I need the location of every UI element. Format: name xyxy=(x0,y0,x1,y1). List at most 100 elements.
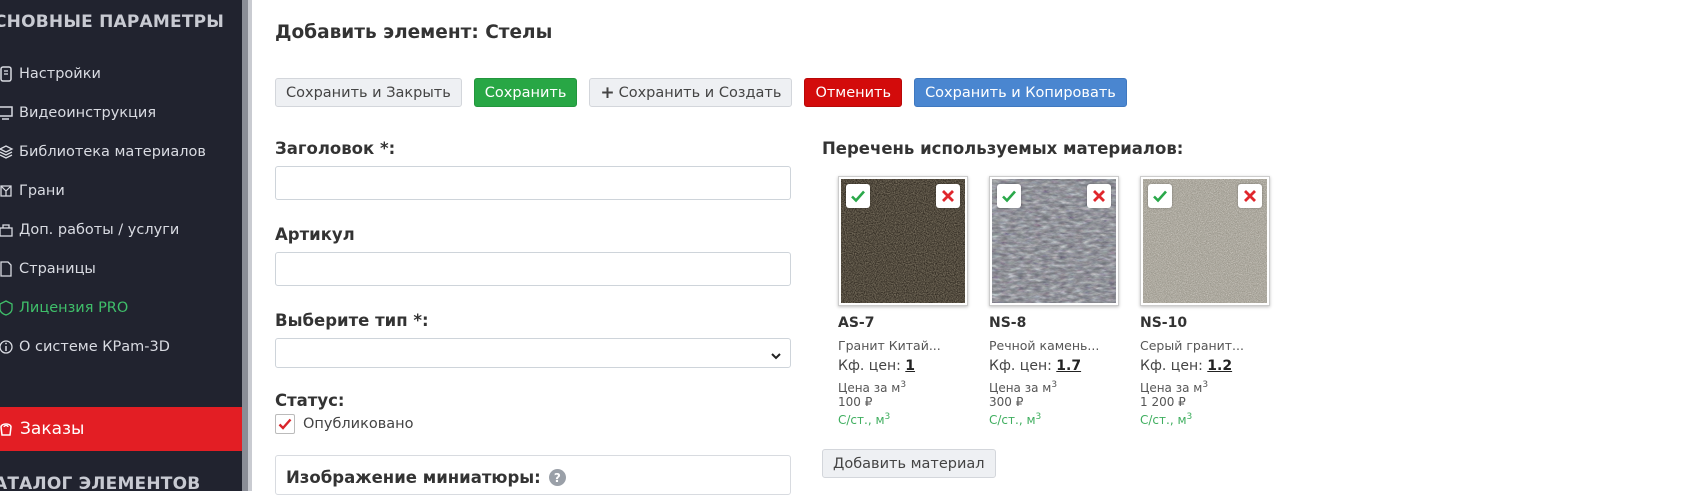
close-icon[interactable] xyxy=(1087,184,1111,208)
sidebar-item-label: Грани xyxy=(19,183,65,199)
material-name: Гранит Китай... xyxy=(838,338,941,353)
price-label: Цена за м3 xyxy=(1140,380,1209,395)
settings-icon xyxy=(0,66,16,82)
plus-icon: + xyxy=(600,82,615,103)
save-close-button[interactable]: Сохранить и Закрыть xyxy=(275,78,462,107)
thumbnail-label: Изображение миниатюры: xyxy=(286,468,541,487)
sidebar-item-license-pro[interactable]: Лицензия PRO xyxy=(0,293,242,323)
sidebar-item-label: Видеоинструкция xyxy=(19,105,157,121)
chevron-down-icon xyxy=(770,347,782,366)
thumbnail-panel-title: Изображение миниатюры: ? xyxy=(286,468,566,487)
close-icon[interactable] xyxy=(1238,184,1262,208)
orders-icon xyxy=(0,420,16,438)
add-material-button[interactable]: Добавить материал xyxy=(822,449,996,478)
status-label: Статус: xyxy=(275,391,345,410)
price-label-text: Цена за м xyxy=(838,381,901,395)
checkmark-icon xyxy=(278,418,292,430)
sidebar-item-settings[interactable]: Настройки xyxy=(0,59,242,89)
article-input[interactable] xyxy=(275,252,791,286)
coef-value[interactable]: 1.7 xyxy=(1056,358,1081,374)
sidebar-scrollbar-track xyxy=(248,0,252,491)
layers-icon xyxy=(0,144,16,160)
published-row: Опубликовано xyxy=(275,414,414,434)
cancel-button[interactable]: Отменить xyxy=(804,78,903,107)
material-code: NS-10 xyxy=(1140,315,1188,331)
sidebar-item-materials-library[interactable]: Библиотека материалов xyxy=(0,137,242,167)
sidebar: СНОВНЫЕ ПАРАМЕТРЫ Настройки Видеоинструк… xyxy=(0,0,242,491)
type-label: Выберите тип *: xyxy=(275,311,429,330)
sidebar-item-services[interactable]: Доп. работы / услуги xyxy=(0,215,242,245)
material-coef: Кф. цен: 1 xyxy=(838,358,915,374)
license-icon xyxy=(0,300,16,316)
material-price: 300 ₽ xyxy=(989,395,1024,409)
price-label-text: Цена за м xyxy=(1140,381,1203,395)
coef-label: Кф. цен: xyxy=(1140,358,1203,374)
coef-label: Кф. цен: xyxy=(838,358,901,374)
monitor-icon xyxy=(0,105,16,121)
material-card: NS-8 Речной камень... Кф. цен: 1.7 Цена … xyxy=(989,176,1119,427)
main-content: Добавить элемент: Стелы Сохранить и Закр… xyxy=(275,0,1694,495)
help-icon[interactable]: ? xyxy=(548,469,566,486)
save-button[interactable]: Сохранить xyxy=(473,78,578,107)
sidebar-item-orders[interactable]: Заказы xyxy=(0,407,242,451)
material-thumbnail[interactable] xyxy=(1140,176,1270,306)
material-coef: Кф. цен: 1.2 xyxy=(1140,358,1232,374)
sidebar-heading-catalog: АТАЛОГ ЭЛЕМЕНТОВ xyxy=(0,474,201,491)
material-code: NS-8 xyxy=(989,315,1027,331)
coef-value[interactable]: 1 xyxy=(905,358,915,374)
cost-link-text: С/ст., м xyxy=(1140,413,1187,427)
material-name: Серый гранит... xyxy=(1140,338,1244,353)
save-create-button[interactable]: + Сохранить и Создать xyxy=(589,78,793,107)
thumbnail-panel: Изображение миниатюры: ? xyxy=(275,455,791,495)
sidebar-item-facets[interactable]: Грани xyxy=(0,176,242,206)
sidebar-item-pages[interactable]: Страницы xyxy=(0,254,242,284)
title-label: Заголовок *: xyxy=(275,139,396,158)
sidebar-item-label: О системе КРаm-3D xyxy=(19,339,170,355)
close-icon[interactable] xyxy=(936,184,960,208)
material-card: NS-10 Серый гранит... Кф. цен: 1.2 Цена … xyxy=(1140,176,1270,427)
cost-link-text: С/ст., м xyxy=(989,413,1036,427)
published-label: Опубликовано xyxy=(303,416,414,432)
sidebar-item-label: Доп. работы / услуги xyxy=(19,222,180,238)
services-icon xyxy=(0,222,16,238)
toolbar: Сохранить и Закрыть Сохранить + Сохранить… xyxy=(275,78,1127,107)
facets-icon xyxy=(0,183,16,199)
material-thumbnail[interactable] xyxy=(989,176,1119,306)
coef-value[interactable]: 1.2 xyxy=(1207,358,1232,374)
sidebar-item-label: Лицензия PRO xyxy=(19,300,129,316)
sidebar-item-label: Библиотека материалов xyxy=(19,144,206,160)
check-icon[interactable] xyxy=(846,184,870,208)
material-card: AS-7 Гранит Китай... Кф. цен: 1 Цена за … xyxy=(838,176,968,427)
price-label: Цена за м3 xyxy=(838,380,907,395)
check-icon[interactable] xyxy=(1148,184,1172,208)
page-icon xyxy=(0,261,16,277)
price-label: Цена за м3 xyxy=(989,380,1058,395)
materials-title: Перечень используемых материалов: xyxy=(822,139,1184,158)
article-label: Артикул xyxy=(275,225,355,244)
sidebar-heading-main-params: СНОВНЫЕ ПАРАМЕТРЫ xyxy=(0,12,225,32)
sidebar-item-label: Страницы xyxy=(19,261,96,277)
published-checkbox[interactable] xyxy=(275,414,295,434)
material-price: 100 ₽ xyxy=(838,395,873,409)
material-price: 1 200 ₽ xyxy=(1140,395,1186,409)
info-icon xyxy=(0,339,16,355)
check-icon[interactable] xyxy=(997,184,1021,208)
material-thumbnail[interactable] xyxy=(838,176,968,306)
cost-link-text: С/ст., м xyxy=(838,413,885,427)
title-input[interactable] xyxy=(275,166,791,200)
material-name: Речной камень... xyxy=(989,338,1100,353)
material-code: AS-7 xyxy=(838,315,875,331)
cost-link[interactable]: С/ст., м3 xyxy=(838,412,890,427)
material-coef: Кф. цен: 1.7 xyxy=(989,358,1081,374)
coef-label: Кф. цен: xyxy=(989,358,1052,374)
sidebar-item-video[interactable]: Видеоинструкция xyxy=(0,98,242,128)
sidebar-item-label: Заказы xyxy=(20,419,85,439)
save-copy-button[interactable]: Сохранить и Копировать xyxy=(914,78,1127,107)
price-label-text: Цена за м xyxy=(989,381,1052,395)
page-title: Добавить элемент: Стелы xyxy=(275,22,553,43)
sidebar-item-about[interactable]: О системе КРаm-3D xyxy=(0,332,242,362)
cost-link[interactable]: С/ст., м3 xyxy=(989,412,1041,427)
save-create-label: Сохранить и Создать xyxy=(618,84,782,101)
cost-link[interactable]: С/ст., м3 xyxy=(1140,412,1192,427)
type-select[interactable] xyxy=(275,338,791,368)
